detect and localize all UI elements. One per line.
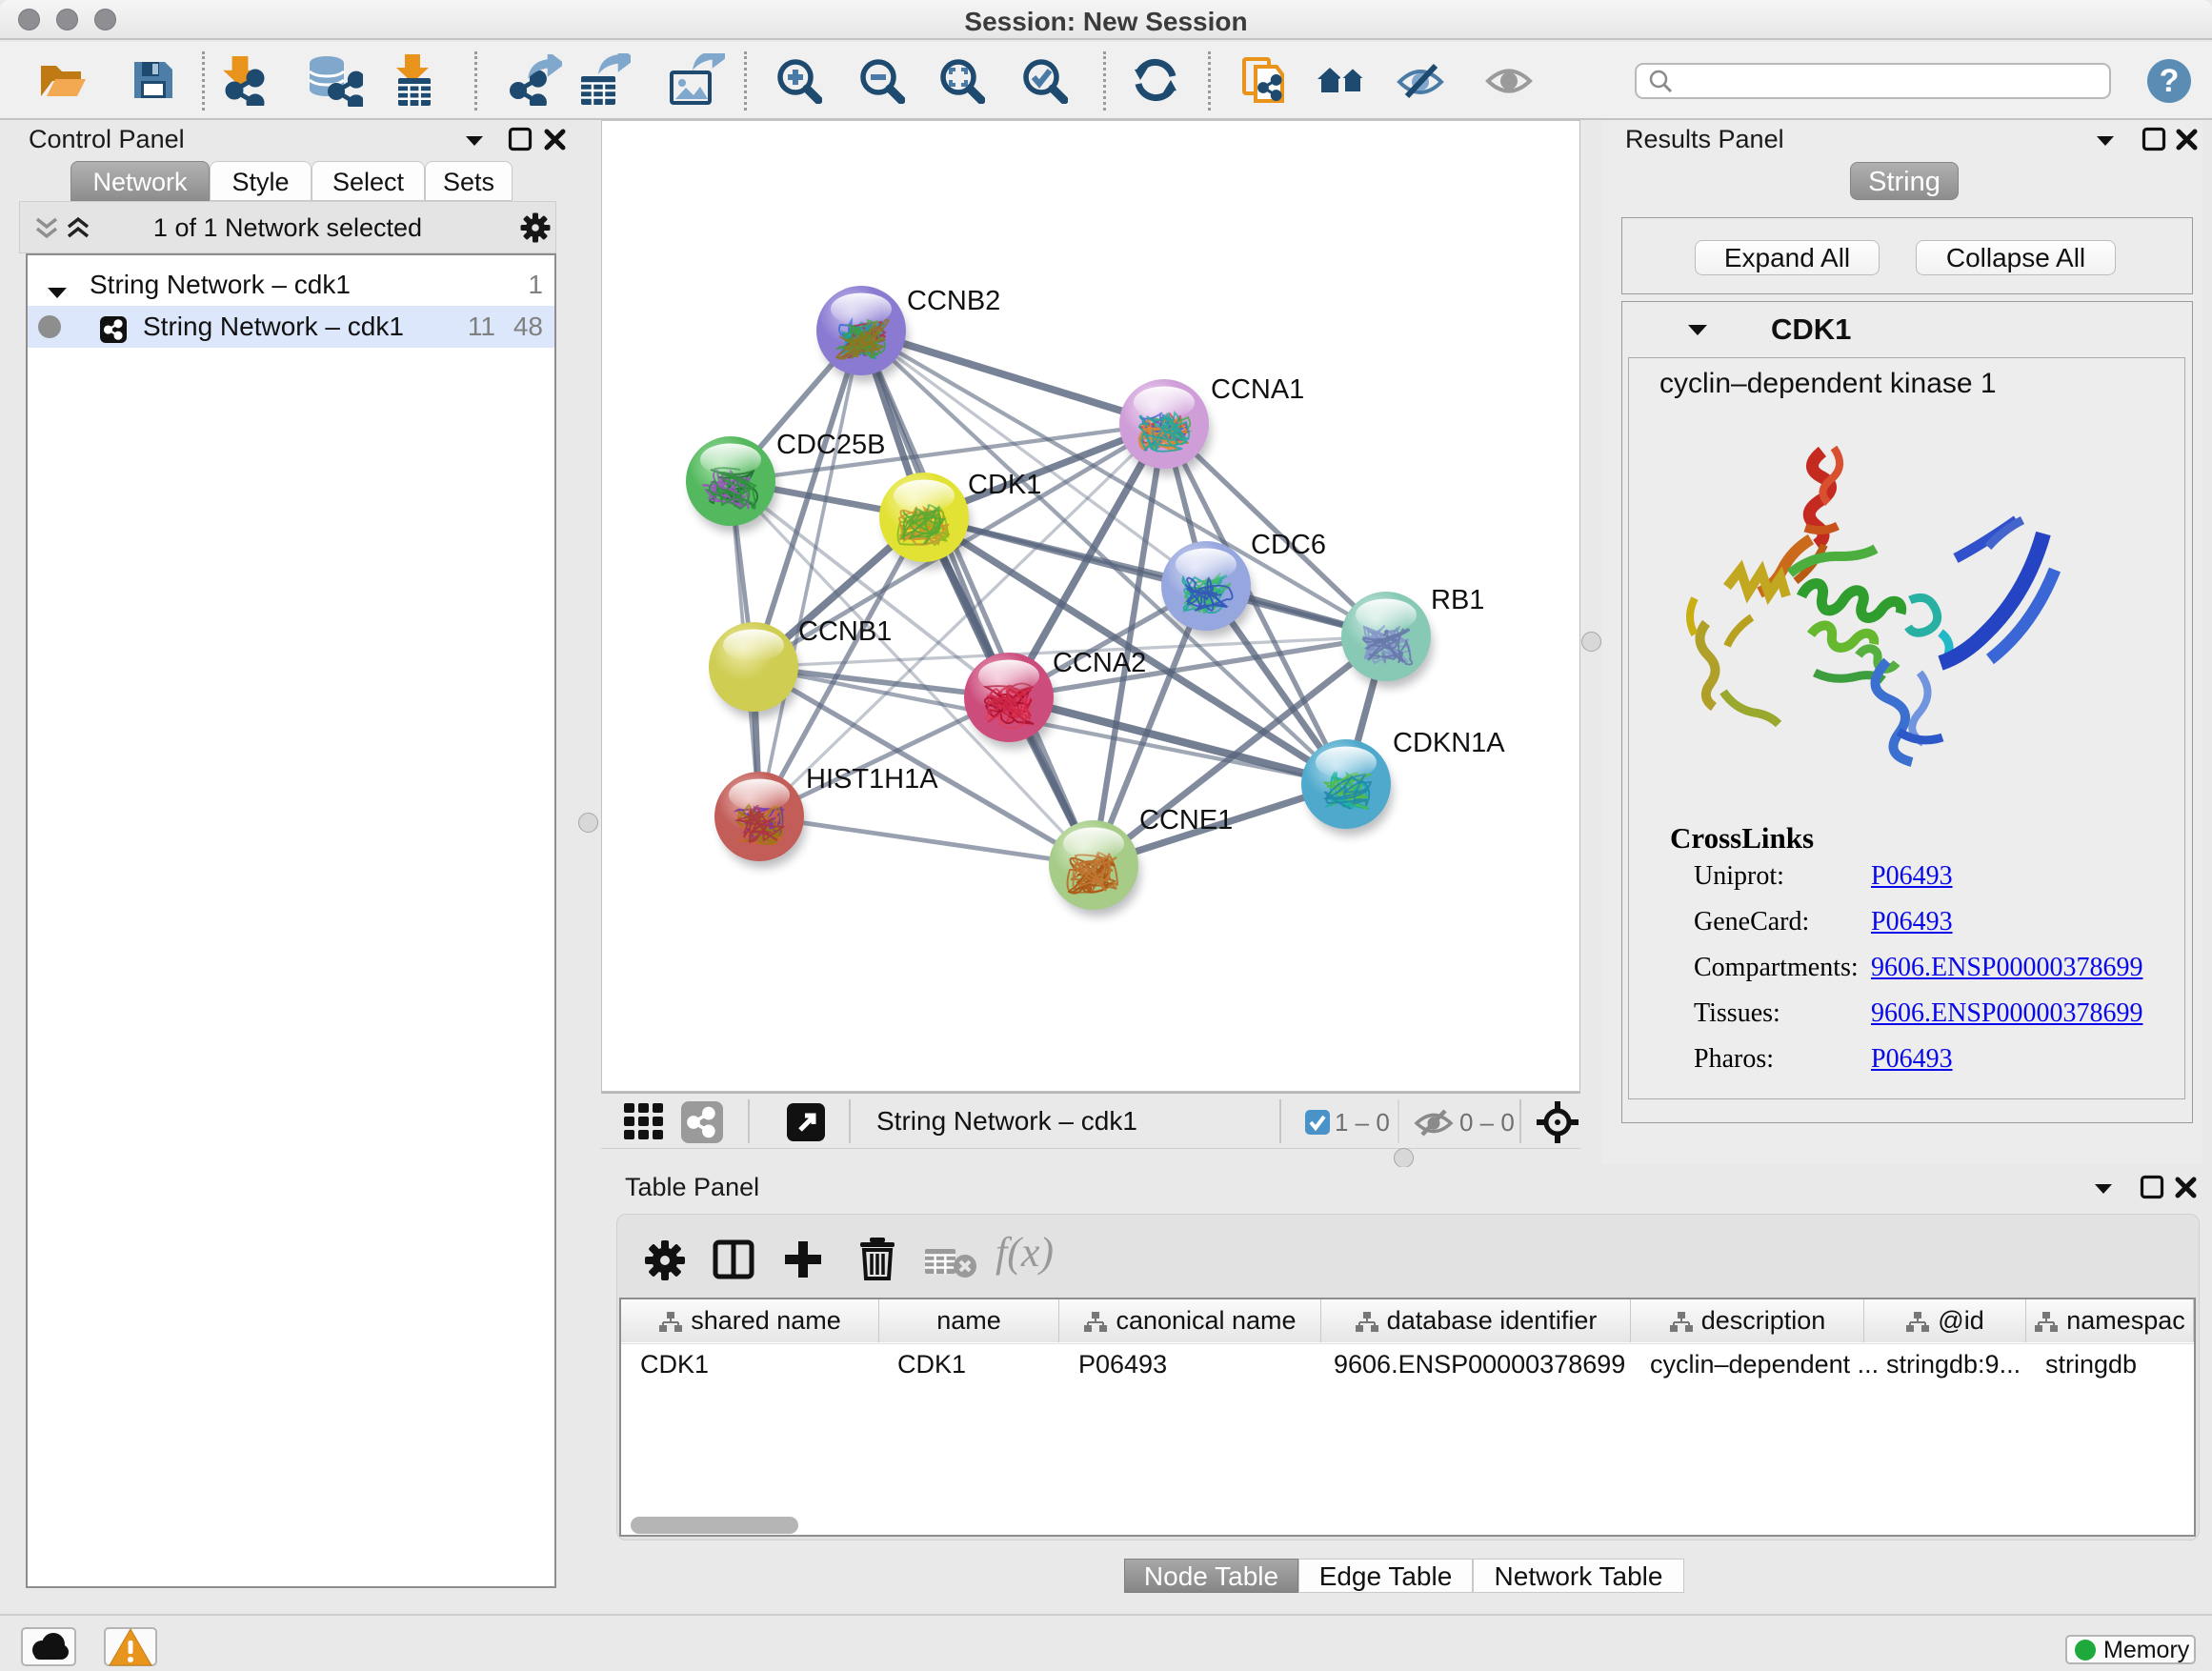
svg-text:CCNA1: CCNA1 — [1211, 374, 1304, 405]
svg-text:CCNA2: CCNA2 — [1053, 648, 1146, 678]
svg-text:RB1: RB1 — [1431, 585, 1484, 615]
svg-text:HIST1H1A: HIST1H1A — [806, 764, 938, 795]
svg-text:CDKN1A: CDKN1A — [1393, 728, 1505, 758]
svg-text:CDK1: CDK1 — [968, 470, 1041, 500]
svg-text:CDC25B: CDC25B — [776, 430, 885, 460]
svg-text:CCNE1: CCNE1 — [1139, 805, 1233, 836]
svg-text:CDC6: CDC6 — [1251, 530, 1326, 560]
svg-text:?: ? — [2160, 63, 2180, 99]
svg-text:CCNB1: CCNB1 — [798, 616, 892, 647]
svg-text:CCNB2: CCNB2 — [907, 286, 1000, 316]
